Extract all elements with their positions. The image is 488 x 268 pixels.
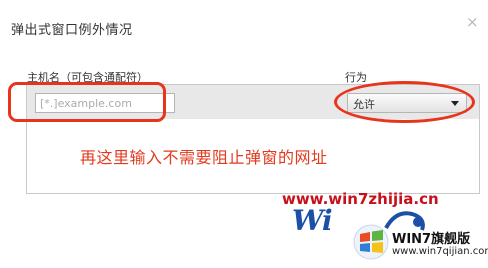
watermark-badge-title: WIN7旗舰版	[392, 232, 471, 247]
dialog-title: 弹出式窗口例外情况	[11, 23, 133, 38]
annotation-text: 再这里输入不需要阻止弹窗的网址	[80, 148, 328, 167]
watermark-logo-text: Wi	[292, 204, 333, 237]
windows-flag-icon	[353, 224, 389, 260]
close-icon[interactable]: ×	[466, 13, 479, 31]
action-highlight-ellipse	[334, 81, 475, 123]
hostname-highlight-box	[8, 82, 166, 122]
watermark-badge-url: www.win7qijian.com	[392, 246, 488, 257]
action-column-header: 行为	[345, 71, 367, 84]
watermark-badge: WIN7旗舰版 www.win7qijian.com	[352, 222, 488, 268]
